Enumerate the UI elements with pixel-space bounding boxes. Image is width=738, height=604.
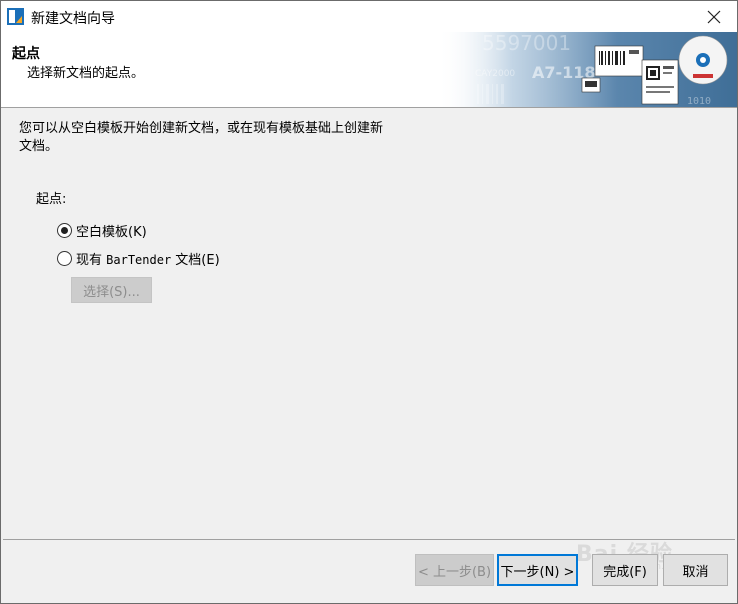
- radio-dot: [61, 227, 68, 234]
- label-suffix: 文档(E): [171, 253, 220, 268]
- art-text-1: 5597001: [482, 32, 571, 55]
- radio-button-unselected[interactable]: [57, 251, 72, 266]
- page-subtitle: 选择新文档的起点。: [27, 66, 145, 81]
- window-title: 新建文档向导: [31, 11, 115, 27]
- page-title: 起点: [12, 46, 40, 62]
- art-text-3: CAY2000: [475, 69, 515, 79]
- radio-blank-template[interactable]: 空白模板(K): [57, 221, 147, 240]
- select-button[interactable]: 选择(S)...: [71, 277, 152, 303]
- radio-blank-template-label[interactable]: 空白模板(K): [76, 221, 147, 240]
- origin-label: 起点:: [36, 192, 67, 207]
- wizard-header: 起点 选择新文档的起点。 5597001 A7-118 CAY2000 1010: [1, 32, 737, 108]
- radio-existing-document[interactable]: 现有 BarTender 文档(E): [57, 249, 220, 268]
- close-button[interactable]: [691, 1, 737, 32]
- art-text-4: 1010: [687, 96, 711, 107]
- wizard-content: 您可以从空白模板开始创建新文档，或在现有模板基础上创建新文档。 起点: 空白模板…: [1, 109, 737, 539]
- label-prefix: 现有: [76, 253, 107, 268]
- footer-divider: [3, 539, 735, 540]
- new-document-wizard-window: 新建文档向导 起点 选择新文档的起点。 5597001 A7-118 CAY20…: [0, 0, 738, 604]
- radio-button-selected[interactable]: [57, 223, 72, 238]
- header-banner-image: 5597001 A7-118 CAY2000 1010: [437, 32, 737, 107]
- label-bartender: BarTender: [106, 253, 172, 267]
- close-icon: [707, 10, 721, 23]
- cancel-button[interactable]: 取消: [663, 554, 728, 586]
- description-text: 您可以从空白模板开始创建新文档，或在现有模板基础上创建新文档。: [19, 121, 384, 154]
- finish-button[interactable]: 完成(F): [592, 554, 658, 586]
- title-bar[interactable]: 新建文档向导: [1, 1, 737, 32]
- radio-existing-document-label[interactable]: 现有 BarTender 文档(E): [76, 249, 220, 268]
- back-button[interactable]: < 上一步(B): [415, 554, 494, 586]
- bartender-app-icon: [7, 8, 24, 25]
- next-button[interactable]: 下一步(N) >: [497, 554, 578, 586]
